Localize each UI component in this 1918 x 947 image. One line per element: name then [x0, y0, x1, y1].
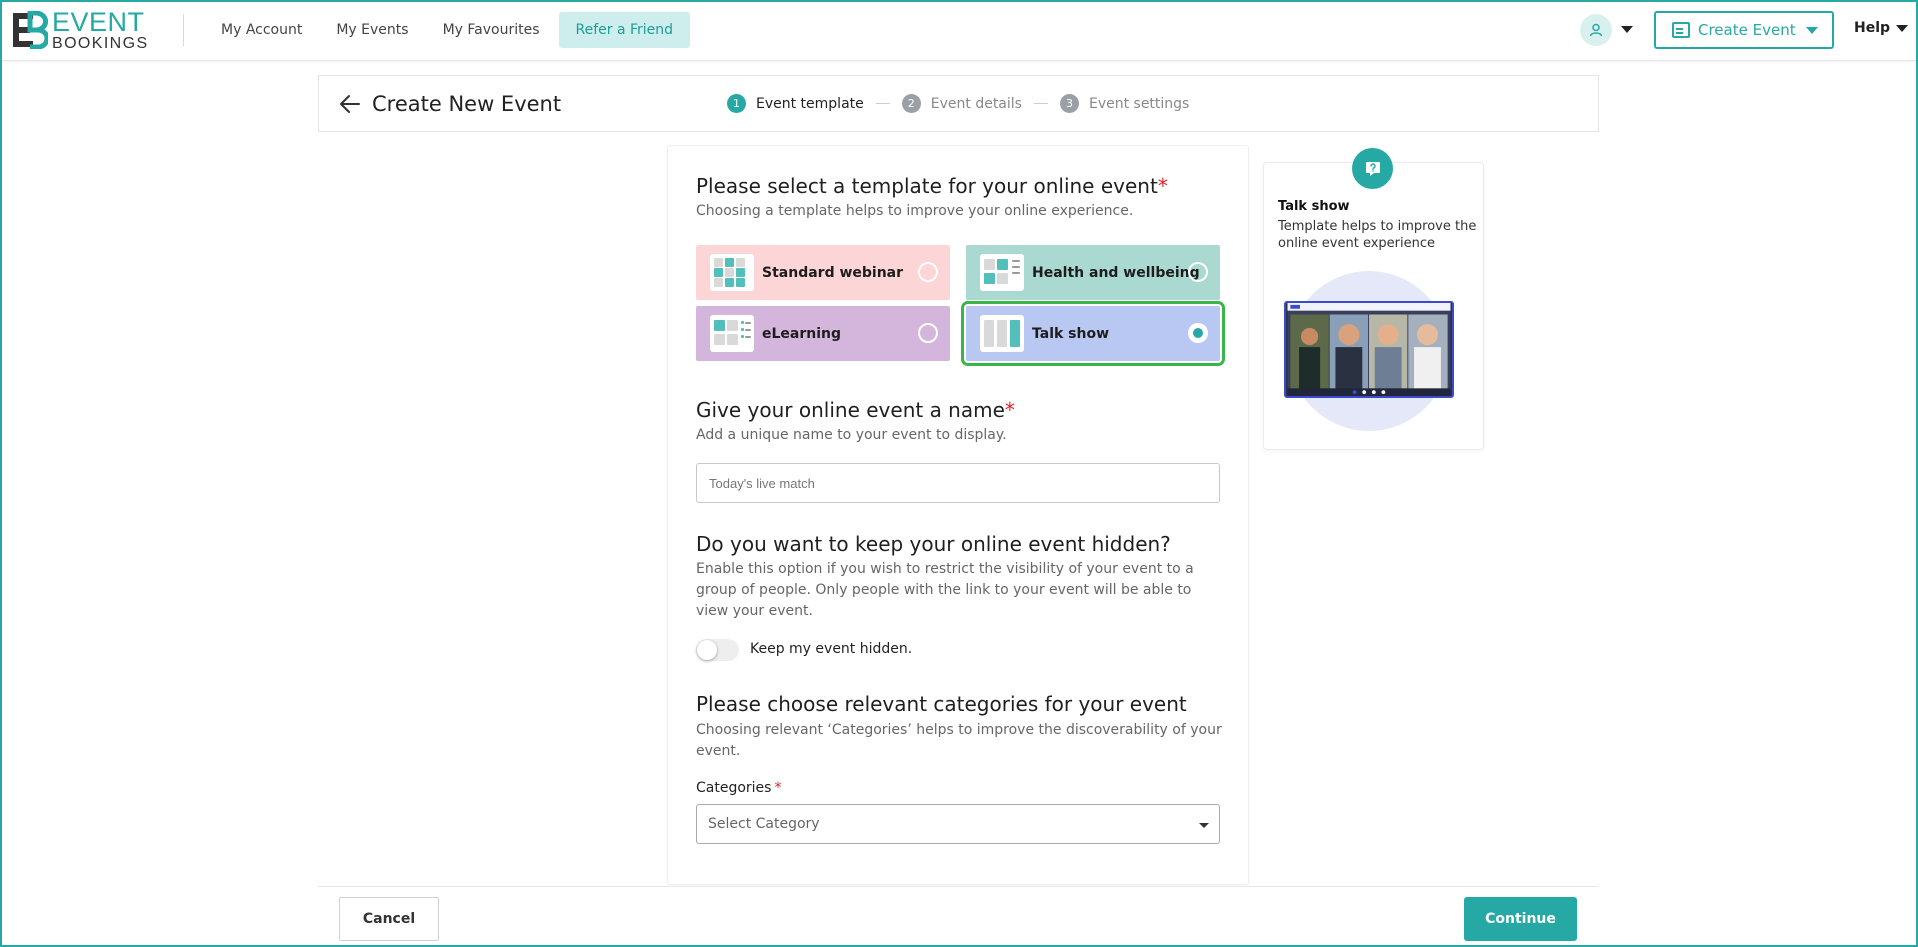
template-radio[interactable]	[918, 262, 938, 282]
page-title: Create New Event	[372, 92, 562, 116]
step-label: Event settings	[1088, 95, 1190, 112]
step-label: Event details	[930, 95, 1022, 112]
step-number: 1	[727, 94, 746, 113]
wizard-steps: 1 Event template 2 Event details 3 Event…	[727, 94, 1189, 113]
nav-my-favourites[interactable]: My Favourites	[426, 12, 557, 48]
template-radio[interactable]	[1188, 262, 1208, 282]
create-event-label: Create Event	[1698, 21, 1796, 39]
template-label: eLearning	[762, 325, 842, 342]
categories-label-text: Categories	[696, 780, 772, 796]
template-preview-panel: Talk show Template helps to improve the …	[1263, 162, 1484, 450]
preview-description: Template helps to improve the online eve…	[1278, 219, 1477, 251]
help-menu-button[interactable]: Help	[1854, 20, 1909, 36]
required-mark: *	[1157, 174, 1168, 198]
standard-webinar-thumbnail-icon	[710, 254, 754, 291]
brand-logo[interactable]: EVENT BOOKINGS	[12, 6, 149, 52]
question-icon	[1365, 161, 1380, 176]
hidden-section-subtitle: Enable this option if you wish to restri…	[696, 561, 1194, 619]
keep-hidden-label: Keep my event hidden.	[750, 641, 913, 657]
name-section-subtitle: Add a unique name to your event to displ…	[696, 427, 1007, 443]
main-nav: My Account My Events My Favourites Refer…	[204, 12, 691, 48]
step-event-settings[interactable]: 3 Event settings	[1059, 94, 1190, 113]
step-number: 2	[901, 94, 921, 113]
user-menu-chevron-down-icon[interactable]	[1621, 26, 1633, 33]
template-title-text: Please select a template for your online…	[696, 174, 1158, 198]
top-header: EVENT BOOKINGS My Account My Events My F…	[0, 0, 1918, 61]
brand-line1: EVENT	[52, 6, 145, 37]
hidden-section-title: Do you want to keep your online event hi…	[696, 532, 1171, 556]
user-icon	[1589, 23, 1603, 37]
step-divider	[1033, 103, 1048, 104]
required-mark: *	[1004, 398, 1015, 422]
wizard-header: Create New Event 1 Event template 2 Even…	[318, 75, 1599, 132]
help-label: Help	[1854, 20, 1891, 36]
category-select[interactable]: Select Category	[696, 804, 1220, 844]
calendar-icon	[1672, 22, 1690, 38]
continue-button[interactable]: Continue	[1464, 897, 1577, 941]
required-mark: *	[774, 780, 782, 796]
step-number: 3	[1059, 94, 1079, 113]
event-form-card: Please select a template for your online…	[667, 145, 1249, 885]
template-option-health-and-wellbeing[interactable]: Health and wellbeing	[966, 245, 1220, 300]
nav-my-events[interactable]: My Events	[319, 12, 425, 48]
template-section-title: Please select a template for your online…	[696, 174, 1168, 198]
template-label: Health and wellbeing	[1032, 264, 1200, 281]
categories-field-label: Categories *	[696, 780, 781, 796]
talk-show-thumbnail-icon	[980, 315, 1024, 352]
back-arrow-icon[interactable]	[339, 94, 361, 114]
elearning-thumbnail-icon	[710, 315, 754, 352]
help-question-badge	[1352, 148, 1393, 189]
brand-line2: BOOKINGS	[52, 34, 149, 52]
name-section-title: Give your online event a name*	[696, 398, 1015, 422]
template-option-talk-show[interactable]: Talk show	[961, 301, 1225, 366]
category-select-value: Select Category	[708, 816, 820, 832]
template-option-elearning[interactable]: eLearning	[696, 306, 950, 361]
chevron-down-icon	[1896, 24, 1909, 32]
logo-divider	[183, 14, 184, 46]
chevron-down-icon	[1805, 26, 1818, 34]
chevron-down-icon	[1199, 823, 1209, 828]
event-name-input[interactable]	[696, 463, 1220, 503]
user-avatar-button[interactable]	[1580, 14, 1612, 46]
category-section-subtitle: Choosing relevant ‘Categories’ helps to …	[696, 722, 1222, 759]
step-event-template[interactable]: 1 Event template	[727, 94, 864, 113]
preview-title: Talk show	[1278, 199, 1350, 214]
template-section-subtitle: Choosing a template helps to improve you…	[696, 203, 1134, 219]
step-divider	[875, 103, 890, 104]
step-label: Event template	[756, 95, 864, 112]
brand-wordmark: EVENT BOOKINGS	[52, 6, 149, 52]
create-event-button[interactable]: Create Event	[1654, 11, 1834, 49]
nav-my-account[interactable]: My Account	[204, 12, 319, 48]
talk-show-preview-image	[1284, 301, 1454, 398]
template-option-standard-webinar[interactable]: Standard webinar	[696, 245, 950, 300]
template-label: Standard webinar	[762, 264, 904, 281]
nav-refer-a-friend[interactable]: Refer a Friend	[558, 12, 691, 48]
template-radio[interactable]	[918, 323, 938, 343]
logo-mark-icon	[13, 11, 48, 49]
keep-hidden-toggle[interactable]	[696, 639, 739, 661]
category-section-title: Please choose relevant categories for yo…	[696, 692, 1187, 716]
cancel-button[interactable]: Cancel	[339, 897, 439, 941]
name-title-text: Give your online event a name	[696, 398, 1005, 422]
template-radio-selected[interactable]	[1188, 323, 1208, 343]
health-wellbeing-thumbnail-icon	[980, 254, 1024, 291]
step-event-details[interactable]: 2 Event details	[901, 94, 1022, 113]
template-label: Talk show	[1032, 325, 1110, 342]
wizard-footer: Cancel Continue	[318, 886, 1599, 947]
